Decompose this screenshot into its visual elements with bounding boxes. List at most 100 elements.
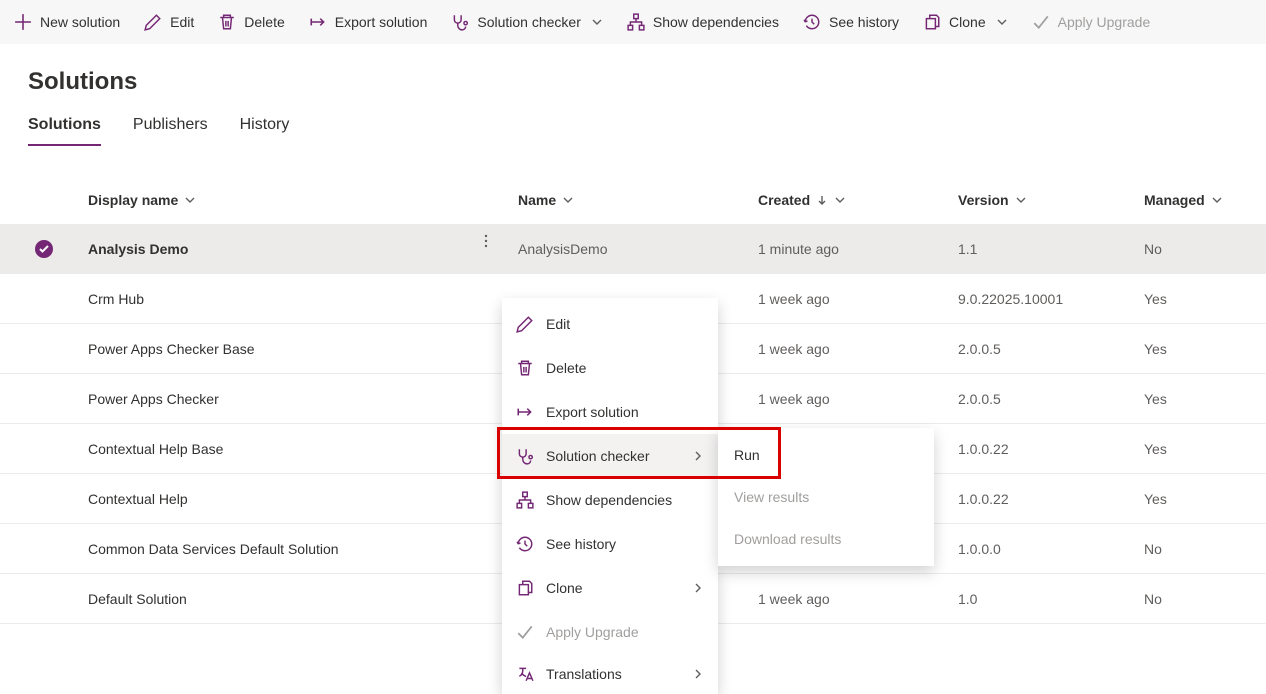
- translate-icon: [516, 665, 534, 683]
- selected-check-icon: [35, 240, 53, 258]
- sort-desc-icon: [816, 194, 828, 206]
- col-managed[interactable]: Managed: [1144, 192, 1266, 208]
- chevron-down-icon: [562, 194, 574, 206]
- pencil-icon: [144, 13, 162, 31]
- row-display-name: Power Apps Checker Base: [88, 341, 518, 357]
- stethoscope-icon: [451, 13, 469, 31]
- row-version: 1.0.0.22: [958, 441, 1144, 457]
- chevron-right-icon: [692, 450, 704, 462]
- history-label: See history: [829, 14, 899, 30]
- show-deps-button[interactable]: Show dependencies: [615, 0, 791, 44]
- row-managed: Yes: [1144, 491, 1266, 507]
- menu-export[interactable]: Export solution: [502, 390, 718, 434]
- history-icon: [803, 13, 821, 31]
- row-managed: Yes: [1144, 441, 1266, 457]
- row-created: 1 week ago: [758, 291, 958, 307]
- command-bar: New solution Edit Delete Export solution…: [0, 0, 1266, 44]
- table-row[interactable]: Analysis DemoAnalysisDemo1 minute ago1.1…: [0, 224, 1266, 274]
- menu-delete-label: Delete: [546, 360, 586, 376]
- apply-upgrade-button: Apply Upgrade: [1020, 0, 1163, 44]
- col-name[interactable]: Name: [518, 192, 758, 208]
- row-version: 2.0.0.5: [958, 391, 1144, 407]
- clone-label: Clone: [949, 14, 986, 30]
- row-select[interactable]: [0, 240, 88, 258]
- copy-icon: [516, 579, 534, 597]
- row-version: 2.0.0.5: [958, 341, 1144, 357]
- row-created: 1 week ago: [758, 391, 958, 407]
- export-icon: [516, 403, 534, 421]
- tab-solutions[interactable]: Solutions: [28, 110, 101, 146]
- solution-checker-button[interactable]: Solution checker: [439, 0, 615, 44]
- row-managed: Yes: [1144, 341, 1266, 357]
- chevron-right-icon: [692, 668, 704, 680]
- menu-clone[interactable]: Clone: [502, 566, 718, 610]
- submenu-run[interactable]: Run: [718, 434, 934, 476]
- row-managed: No: [1144, 541, 1266, 557]
- tabs: Solutions Publishers History: [0, 110, 1266, 146]
- chevron-down-icon: [1015, 194, 1027, 206]
- col-version[interactable]: Version: [958, 192, 1144, 208]
- menu-deps-label: Show dependencies: [546, 492, 672, 508]
- pencil-icon: [516, 315, 534, 333]
- export-button[interactable]: Export solution: [297, 0, 440, 44]
- row-version: 1.0.0.0: [958, 541, 1144, 557]
- row-managed: No: [1144, 591, 1266, 607]
- row-version: 1.0: [958, 591, 1144, 607]
- row-created: 1 week ago: [758, 591, 958, 607]
- menu-solution-checker[interactable]: Solution checker: [502, 434, 718, 478]
- menu-upgrade: Apply Upgrade: [502, 610, 718, 654]
- tab-history[interactable]: History: [240, 110, 290, 146]
- check-icon: [1032, 13, 1050, 31]
- submenu-view-results: View results: [718, 476, 934, 518]
- submenu-download-results: Download results: [718, 518, 934, 560]
- chevron-right-icon: [692, 582, 704, 594]
- chevron-down-icon: [1211, 194, 1223, 206]
- menu-translations[interactable]: Translations: [502, 654, 718, 694]
- row-display-name: Contextual Help: [88, 491, 518, 507]
- row-version: 1.0.0.22: [958, 491, 1144, 507]
- history-icon: [516, 535, 534, 553]
- row-overflow-button[interactable]: [472, 227, 500, 255]
- new-solution-button[interactable]: New solution: [2, 0, 132, 44]
- menu-show-deps[interactable]: Show dependencies: [502, 478, 718, 522]
- menu-export-label: Export solution: [546, 404, 639, 420]
- menu-edit[interactable]: Edit: [502, 302, 718, 346]
- table-header-row: Display name Name Created Version Manage…: [0, 182, 1266, 218]
- col-created[interactable]: Created: [758, 192, 958, 208]
- checker-label: Solution checker: [477, 14, 581, 30]
- col-display-name[interactable]: Display name: [88, 192, 518, 208]
- col-name-label: Name: [518, 192, 556, 208]
- row-display-name: Common Data Services Default Solution: [88, 541, 518, 557]
- delete-button[interactable]: Delete: [206, 0, 296, 44]
- chevron-down-icon: [591, 16, 603, 28]
- menu-translations-label: Translations: [546, 666, 622, 682]
- chevron-down-icon: [834, 194, 846, 206]
- trash-icon: [218, 13, 236, 31]
- trash-icon: [516, 359, 534, 377]
- menu-checker-label: Solution checker: [546, 448, 650, 464]
- edit-button[interactable]: Edit: [132, 0, 206, 44]
- tab-publishers[interactable]: Publishers: [133, 110, 208, 146]
- export-icon: [309, 13, 327, 31]
- row-name-text: AnalysisDemo: [518, 241, 607, 257]
- clone-button[interactable]: Clone: [911, 0, 1020, 44]
- menu-history-label: See history: [546, 536, 616, 552]
- see-history-button[interactable]: See history: [791, 0, 911, 44]
- export-label: Export solution: [335, 14, 428, 30]
- deps-label: Show dependencies: [653, 14, 779, 30]
- edit-label: Edit: [170, 14, 194, 30]
- col-display-name-label: Display name: [88, 192, 178, 208]
- delete-label: Delete: [244, 14, 284, 30]
- row-name: AnalysisDemo: [518, 241, 758, 257]
- page-title: Solutions: [0, 44, 1266, 110]
- menu-history[interactable]: See history: [502, 522, 718, 566]
- check-icon: [516, 623, 534, 641]
- row-display-name: Contextual Help Base: [88, 441, 518, 457]
- chevron-down-icon: [996, 16, 1008, 28]
- row-managed: Yes: [1144, 391, 1266, 407]
- new-solution-label: New solution: [40, 14, 120, 30]
- row-display-name: Analysis Demo: [88, 241, 518, 257]
- row-display-name: Default Solution: [88, 591, 518, 607]
- menu-delete[interactable]: Delete: [502, 346, 718, 390]
- upgrade-label: Apply Upgrade: [1058, 14, 1151, 30]
